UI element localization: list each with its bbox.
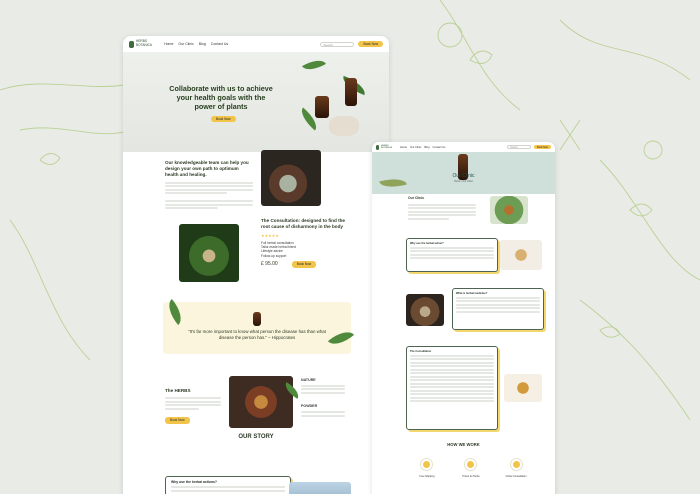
- grinding-photo: [406, 294, 444, 326]
- herbs-spoons-photo: [229, 376, 293, 428]
- top-nav: HERBS BOTANICA Home Our Clinic Blog Cont…: [123, 36, 389, 52]
- intro-heading: Our knowledgeable team can help you desi…: [165, 160, 249, 178]
- mortar-photo: [261, 150, 321, 206]
- leaf-logo-icon: [376, 144, 379, 150]
- step-label: Free Shipping: [419, 475, 435, 478]
- hero-banner: Collaborate with us to achieve your heal…: [123, 52, 389, 152]
- clinic-hero-title: Our Clinic: [452, 173, 475, 179]
- card1-title: Why use the herbal action?: [410, 242, 444, 245]
- oil-bottle-image: [345, 78, 357, 106]
- story-card-title: Why use the herbal actions?: [171, 480, 217, 484]
- herbs-section: The HERBS Book Now: [165, 388, 221, 424]
- breadcrumb: Home / Our Clinic: [454, 180, 473, 183]
- quote-bottle-image: [253, 312, 261, 326]
- stone-image: [329, 116, 359, 136]
- nav-link-blog[interactable]: Blog: [424, 146, 429, 149]
- spices-photo: [504, 374, 542, 402]
- consultation-heading: The Consultation: designed to find the r…: [261, 218, 345, 230]
- step-label: Online Consultation: [505, 475, 527, 478]
- rating-stars: ★★★★★: [261, 233, 279, 239]
- intro-section: Our knowledgeable team can help you desi…: [165, 160, 253, 211]
- quote-banner: "It's far more important to know what pe…: [163, 302, 351, 354]
- hero-title: Collaborate with us to achieve your heal…: [169, 84, 273, 111]
- clinic-bottles-photo: [490, 196, 528, 224]
- nav-link-blog[interactable]: Blog: [199, 42, 206, 46]
- book-now-button[interactable]: Book Now: [358, 41, 383, 47]
- consultation-bullet: Follow-up support: [261, 253, 287, 258]
- consultation-card: The Consultation: [406, 346, 498, 430]
- clinic-intro: Our Clinic: [408, 196, 476, 221]
- clinic-hero: Our Clinic Home / Our Clinic: [372, 152, 555, 194]
- homepage-mockup: HERBS BOTANICA Home Our Clinic Blog Cont…: [123, 36, 389, 494]
- clinic-section-title: Our Clinic: [408, 196, 425, 200]
- leaf-logo-icon: [129, 40, 134, 48]
- herb-price-icon: [464, 458, 477, 471]
- step-label: Prices for Herbs: [462, 475, 480, 478]
- nav-link-home[interactable]: Home: [164, 42, 173, 46]
- nav-link-contact[interactable]: Contact Us: [433, 146, 446, 149]
- story-card: Why use the herbal actions?: [165, 476, 291, 494]
- herbal-action-card: Why use the herbal action?: [406, 238, 498, 272]
- nav-links: Home Our Clinic Blog Contact Us: [164, 42, 228, 46]
- price: £ 95.00: [261, 261, 278, 268]
- herbs-book-button[interactable]: Book Now: [165, 417, 190, 424]
- nature-label: NATURE: [301, 378, 316, 382]
- card3-title: The Consultation: [410, 350, 432, 353]
- our-story-heading: OUR STORY: [238, 434, 274, 440]
- hero-book-button[interactable]: Book Now: [211, 116, 236, 122]
- how-we-work-heading: HOW WE WORK: [447, 442, 480, 447]
- clinic-top-nav: HERBS BOTANICA Home Our Clinic Blog Cont…: [372, 142, 555, 152]
- nav-link-contact[interactable]: Contact Us: [211, 42, 228, 46]
- shipping-icon: [420, 458, 433, 471]
- nav-link-clinic[interactable]: Our Clinic: [178, 42, 193, 46]
- oil-bottle-image: [315, 96, 329, 118]
- card2-title: What is herbal medicine?: [456, 292, 488, 295]
- herbal-medicine-card: What is herbal medicine?: [452, 288, 544, 330]
- leaf-decoration: [301, 55, 327, 75]
- search-input[interactable]: Search: [507, 145, 532, 149]
- quote-text: "It's far more important to know what pe…: [188, 329, 326, 341]
- consultation-icon: [510, 458, 523, 471]
- consultation-section: The Consultation: designed to find the r…: [261, 218, 351, 268]
- herbs-bowls-photo: [500, 240, 542, 270]
- search-input[interactable]: Search: [320, 41, 355, 47]
- brand-logo[interactable]: HERBS BOTANICA: [129, 40, 152, 48]
- powder-label: POWDER: [301, 404, 318, 409]
- brand-logo[interactable]: HERBS BOTANICA: [376, 144, 392, 150]
- nav-link-clinic[interactable]: Our Clinic: [410, 146, 421, 149]
- herbs-label: The HERBS: [165, 388, 191, 393]
- story-photo: [289, 482, 351, 494]
- clinic-page-mockup: HERBS BOTANICA Home Our Clinic Blog Cont…: [372, 142, 555, 494]
- nav-links: Home Our Clinic Blog Contact Us: [400, 146, 445, 149]
- consultation-book-button[interactable]: Book Now: [291, 261, 317, 268]
- herbs-right-text: NATURE POWDER: [301, 378, 345, 418]
- nav-link-home[interactable]: Home: [400, 146, 407, 149]
- handshake-photo: [179, 224, 239, 282]
- book-now-button[interactable]: Book Now: [534, 145, 551, 149]
